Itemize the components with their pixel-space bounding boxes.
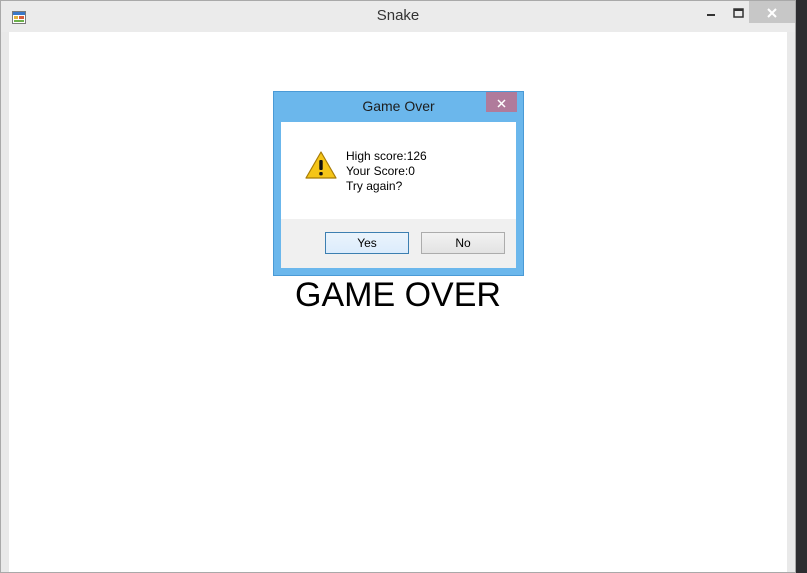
dialog-body: High score:126 Your Score:0 Try again? Y… xyxy=(281,122,516,268)
background-app-edge-right xyxy=(795,0,807,573)
game-over-label: GAME OVER xyxy=(295,276,501,314)
maximize-icon xyxy=(732,3,744,22)
minimize-icon xyxy=(706,3,716,22)
close-icon xyxy=(767,3,777,22)
try-again-text: Try again? xyxy=(346,179,403,193)
yes-button[interactable]: Yes xyxy=(325,232,409,254)
window-title: Snake xyxy=(376,7,420,24)
close-button[interactable] xyxy=(749,1,795,23)
your-score-text: Your Score:0 xyxy=(346,164,415,178)
no-button[interactable]: No xyxy=(421,232,505,254)
game-over-dialog: Game Over High score:126 Your Score:0 Tr… xyxy=(273,91,524,276)
close-icon xyxy=(497,93,506,112)
high-score-text: High score:126 xyxy=(346,149,427,163)
dialog-button-bar: Yes No xyxy=(281,219,516,268)
minimize-button[interactable] xyxy=(697,1,725,23)
maximize-button[interactable] xyxy=(725,1,751,23)
dialog-message: High score:126 Your Score:0 Try again? xyxy=(346,149,427,194)
dialog-close-button[interactable] xyxy=(486,92,517,112)
title-bar[interactable]: Snake xyxy=(1,1,795,32)
warning-icon xyxy=(305,151,337,179)
main-window: Snake GAME OVER xyxy=(0,0,796,573)
